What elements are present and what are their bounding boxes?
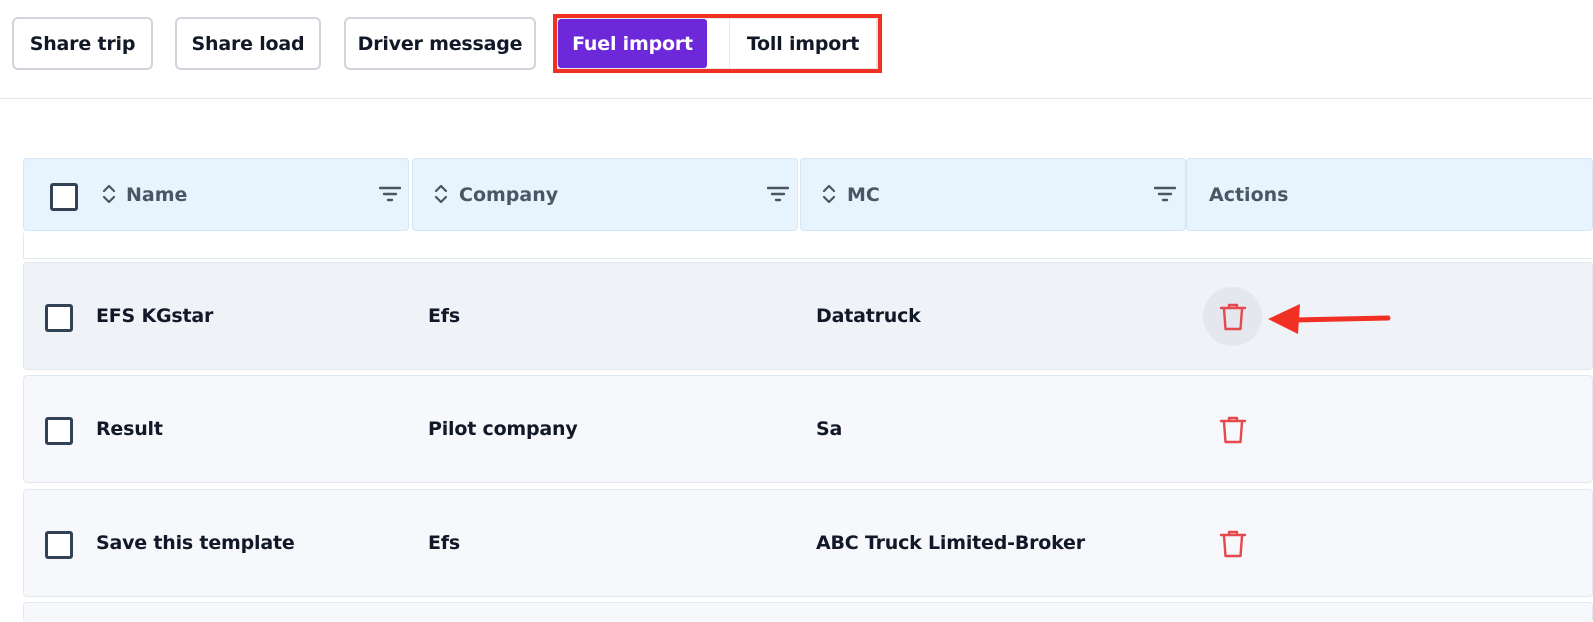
cell-name: Save this template: [96, 532, 295, 554]
delete-button[interactable]: [1203, 400, 1262, 459]
trash-icon: [1219, 530, 1246, 557]
arrow-left-icon: [1268, 304, 1391, 334]
column-header-actions: Actions: [1186, 158, 1593, 231]
filter-icon[interactable]: [379, 185, 401, 203]
toolbar: Share trip Share load Driver message Fue…: [0, 0, 1593, 99]
filter-icon[interactable]: [1154, 185, 1176, 203]
cell-company: Efs: [428, 305, 460, 327]
fuel-import-tab[interactable]: Fuel import: [558, 19, 707, 68]
column-header-company[interactable]: Company: [412, 158, 798, 231]
sort-icon[interactable]: [821, 183, 837, 205]
segment-gap: [707, 19, 729, 68]
column-label-mc: MC: [847, 184, 880, 206]
cell-name: Result: [96, 418, 163, 440]
column-label-company: Company: [459, 184, 559, 206]
trash-icon: [1219, 303, 1246, 330]
row-checkbox[interactable]: [45, 417, 73, 445]
cell-company: Pilot company: [428, 418, 578, 440]
driver-message-button[interactable]: Driver message: [344, 17, 536, 70]
sort-icon[interactable]: [433, 183, 449, 205]
delete-button[interactable]: [1203, 514, 1262, 573]
trash-icon: [1219, 416, 1246, 443]
table-row[interactable]: Save this template Efs ABC Truck Limited…: [23, 489, 1593, 597]
toll-import-tab[interactable]: Toll import: [729, 19, 877, 68]
column-label-actions: Actions: [1209, 183, 1289, 206]
row-checkbox[interactable]: [45, 304, 73, 332]
share-load-button[interactable]: Share load: [175, 17, 321, 70]
table-header: Name Company MC Actions: [23, 158, 1593, 231]
table-row[interactable]: [23, 602, 1593, 622]
delete-button[interactable]: [1203, 287, 1262, 346]
table-row[interactable]: Result Pilot company Sa: [23, 375, 1593, 483]
select-all-checkbox[interactable]: [50, 183, 78, 211]
column-label-name: Name: [126, 184, 188, 206]
cell-mc: Datatruck: [816, 305, 921, 327]
table-spacer: [23, 233, 1593, 259]
column-header-mc[interactable]: MC: [800, 158, 1186, 231]
sort-icon[interactable]: [101, 183, 117, 205]
column-header-name[interactable]: Name: [23, 158, 409, 231]
share-trip-button[interactable]: Share trip: [12, 17, 153, 70]
cell-mc: Sa: [816, 418, 843, 440]
import-segmented-control: Fuel import Toll import: [557, 18, 878, 69]
cell-mc: ABC Truck Limited-Broker: [816, 532, 1085, 554]
filter-icon[interactable]: [767, 185, 789, 203]
cell-company: Efs: [428, 532, 460, 554]
row-checkbox[interactable]: [45, 531, 73, 559]
cell-name: EFS KGstar: [96, 305, 214, 327]
